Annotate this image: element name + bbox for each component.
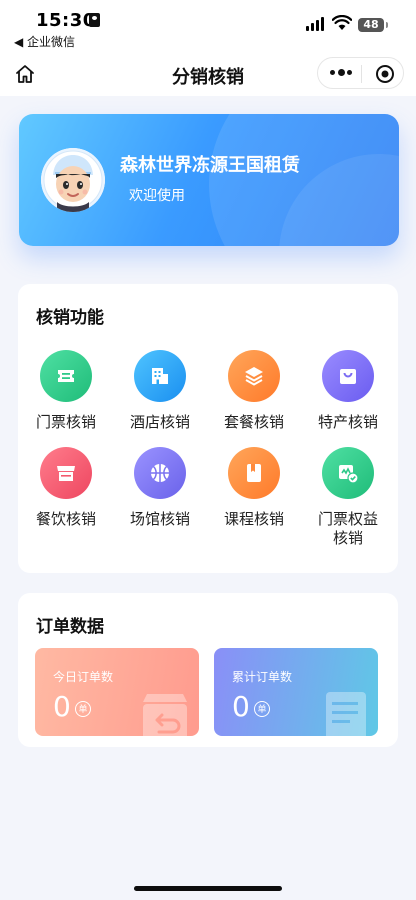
func-label: 餐饮核销: [35, 510, 96, 528]
total-orders-stat[interactable]: 累计订单数 0 单: [214, 648, 378, 736]
func-hotel-verify[interactable]: 酒店核销: [113, 350, 207, 432]
func-label: 课程核销: [223, 510, 284, 528]
id-badge-icon: [89, 13, 100, 27]
section-title: 核销功能: [36, 308, 104, 328]
stat-label: 今日订单数: [53, 670, 114, 684]
nav-bar: 分销核销: [0, 54, 416, 96]
func-label: 特产核销: [317, 413, 378, 431]
basketball-icon: [134, 447, 186, 499]
company-name: 森林世界冻源王国租赁: [120, 155, 300, 176]
restaurant-store-icon: [40, 447, 92, 499]
func-label: 门票权益 核销: [317, 510, 378, 547]
more-icon[interactable]: [330, 68, 354, 78]
home-indicator: [134, 886, 282, 891]
func-ticket-verify[interactable]: 门票核销: [19, 350, 113, 432]
book-icon: [228, 447, 280, 499]
func-ticket-benefit-verify[interactable]: 门票权益 核销: [301, 447, 395, 548]
func-label: 酒店核销: [129, 413, 190, 431]
func-specialty-verify[interactable]: 特产核销: [301, 350, 395, 432]
func-venue-verify[interactable]: 场馆核销: [113, 447, 207, 529]
func-package-verify[interactable]: 套餐核销: [207, 350, 301, 432]
stat-unit: 单: [75, 701, 91, 717]
return-box-icon: [143, 694, 187, 736]
avatar: [41, 148, 105, 212]
welcome-text: 欢迎使用: [129, 188, 185, 204]
order-data-card: 订单数据 今日订单数 0 单 累计订单数 0 单: [18, 593, 398, 747]
document-list-icon: [326, 692, 366, 736]
mini-program-capsule: [317, 57, 404, 89]
func-label: 场馆核销: [129, 510, 190, 528]
func-label: 门票核销: [35, 413, 96, 431]
back-to-app-link[interactable]: ◀ 企业微信: [14, 33, 75, 50]
capsule-divider: [361, 65, 362, 83]
today-orders-stat[interactable]: 今日订单数 0 单: [35, 648, 199, 736]
func-dining-verify[interactable]: 餐饮核销: [19, 447, 113, 529]
stat-value: 0: [232, 690, 250, 723]
status-time: 15:30: [36, 10, 96, 31]
stat-value: 0: [53, 690, 71, 723]
cartoon-avatar-icon: [41, 148, 105, 212]
package-layers-icon: [228, 350, 280, 402]
verification-functions-card: 核销功能 门票核销 酒店核销 套餐核销 特产核销 餐饮核销 场馆核销 课程核销 …: [18, 284, 398, 573]
hotel-icon: [134, 350, 186, 402]
close-mini-program-icon[interactable]: [375, 64, 395, 84]
stat-unit: 单: [254, 701, 270, 717]
func-label: 套餐核销: [223, 413, 284, 431]
shopping-bag-icon: [322, 350, 374, 402]
status-bar: 15:30 ◀ 企业微信 48: [0, 0, 416, 54]
ticket-icon: [40, 350, 92, 402]
ticket-benefit-icon: [322, 447, 374, 499]
cellular-signal-icon: [306, 17, 326, 31]
wifi-icon: [332, 15, 352, 30]
battery-icon: 48: [358, 18, 388, 32]
section-title: 订单数据: [36, 617, 104, 637]
profile-banner: 森林世界冻源王国租赁 欢迎使用: [19, 114, 399, 246]
stat-label: 累计订单数: [232, 670, 293, 684]
func-course-verify[interactable]: 课程核销: [207, 447, 301, 529]
